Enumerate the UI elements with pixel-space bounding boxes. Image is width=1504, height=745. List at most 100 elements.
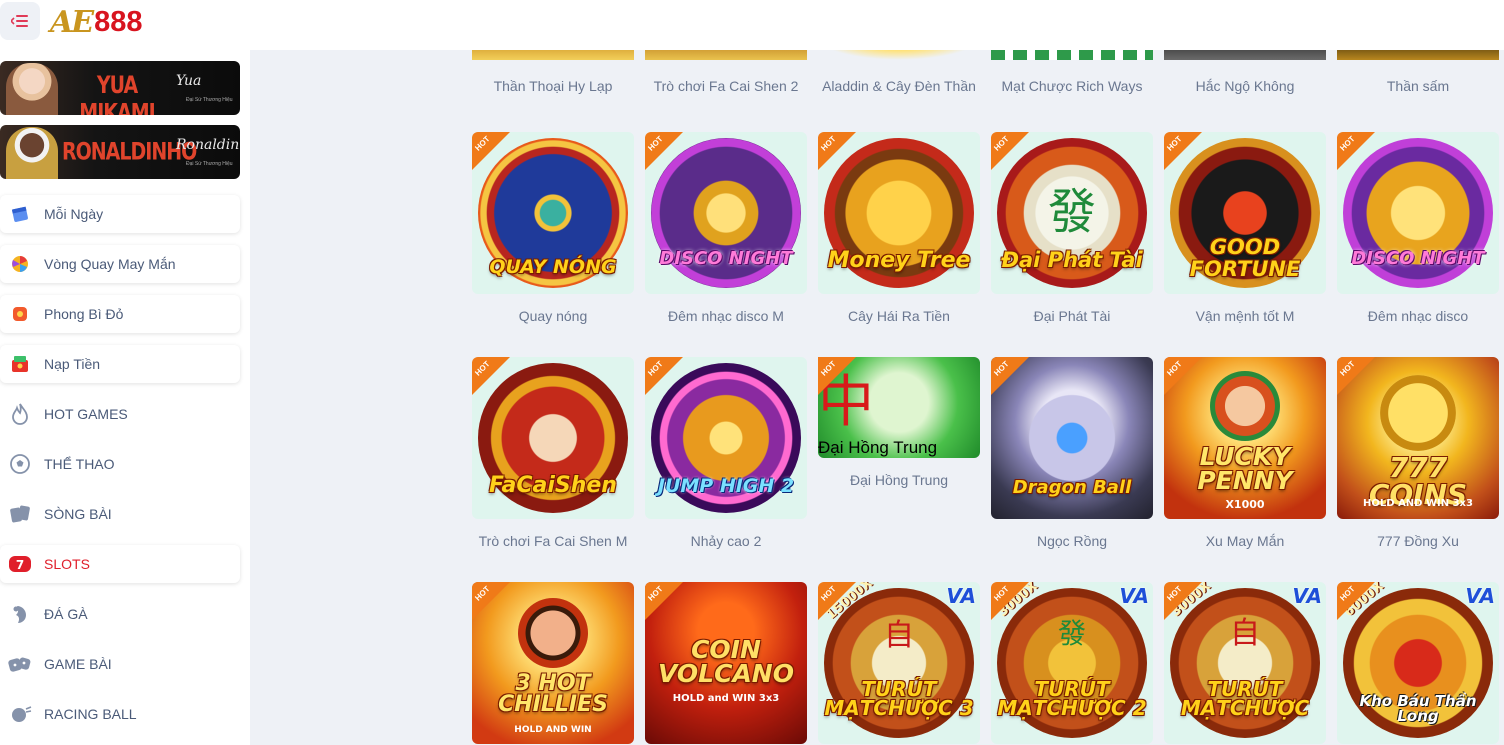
menu-toggle-button[interactable] <box>0 2 40 40</box>
rooster-icon <box>8 602 32 626</box>
ambassador-photo <box>6 127 58 179</box>
game-card[interactable]: 發 TURÚT MẠTCHƯỢC 2 3000X VA HOT <box>991 582 1153 744</box>
game-logo: Đại Hồng Trung <box>818 438 938 457</box>
game-title[interactable]: Trò chơi Fa Cai Shen 2 <box>645 78 807 94</box>
sidebar-item-cockfight[interactable]: ĐÁ GÀ <box>0 595 240 633</box>
sidebar-item-racing-ball[interactable]: RACING BALL <box>0 695 240 733</box>
game-logo: COIN VOLCANO <box>658 635 794 688</box>
game-thumbnail[interactable]: 777 COINS HOLD AND WIN 3x3 HOT <box>1337 357 1499 519</box>
sidebar-item-slots[interactable]: 7 SLOTS <box>0 545 240 583</box>
game-card[interactable]: FaCaiShen HOT Trò chơi Fa Cai Shen M <box>472 357 634 551</box>
mahjong-glyph: 發 <box>1047 184 1096 240</box>
game-title[interactable]: Quay nóng <box>472 308 634 326</box>
game-logo-sub: X1000 <box>1225 498 1265 511</box>
game-thumbnail[interactable]: GOOD FORTUNE HOT <box>1164 132 1326 294</box>
game-card[interactable]: 自 TURÚT MẠTCHƯỢC 3000X VA HOT <box>1164 582 1326 744</box>
game-logo: QUAY NÓNG <box>489 256 617 278</box>
game-card[interactable]: LUCKY PENNY X1000 HOT Xu May Mắn <box>1164 357 1326 551</box>
site-logo[interactable]: AE 888 <box>50 4 143 40</box>
game-logo: Money Tree <box>827 248 971 273</box>
sidebar-item-label: Vòng Quay May Mắn <box>44 256 176 272</box>
ambassador-banner-2[interactable]: RONALDINHO Ronaldinho Đại Sứ Thương Hiệu <box>0 125 240 179</box>
red-envelope-icon <box>8 302 32 326</box>
game-title[interactable]: Thần Thoại Hy Lạp <box>472 78 634 94</box>
game-thumbnail[interactable]: 發 TURÚT MẠTCHƯỢC 2 3000X VA HOT <box>991 582 1153 744</box>
game-thumbnail[interactable]: 自 TURÚT MẠTCHƯỢC 3 15000X VA HOT <box>818 582 980 744</box>
sidebar-item-sports[interactable]: THỂ THAO <box>0 445 240 483</box>
game-thumbnail[interactable]: QUAY NÓNG HOT <box>472 132 634 294</box>
game-title[interactable]: Ngọc Rồng <box>991 533 1153 551</box>
coin-art <box>1380 375 1456 451</box>
game-card[interactable]: 3 HOT CHILLIES HOLD AND WIN HOT <box>472 582 634 744</box>
game-title[interactable]: Cây Hái Ra Tiền <box>818 308 980 326</box>
slot-machine-icon: 7 <box>8 552 32 576</box>
sidebar-item-red-envelope[interactable]: Phong Bì Đỏ <box>0 295 240 333</box>
game-logo: Kho Báu Thần Long <box>1359 692 1477 725</box>
game-card[interactable]: QUAY NÓNG HOT Quay nóng <box>472 132 634 326</box>
game-logo: FaCaiShen <box>489 473 617 498</box>
game-card[interactable]: 發 Đại Phát Tài HOT Đại Phát Tài <box>991 132 1153 326</box>
game-card[interactable]: Kho Báu Thần Long 6000X VA HOT <box>1337 582 1499 744</box>
game-thumbnail[interactable]: 自 TURÚT MẠTCHƯỢC 3000X VA HOT <box>1164 582 1326 744</box>
sidebar-item-casino[interactable]: SÒNG BÀI <box>0 495 240 533</box>
game-title[interactable]: Đêm nhạc disco <box>1337 308 1499 326</box>
racing-ball-icon <box>8 702 32 726</box>
game-card[interactable]: Dragon Ball HOT Ngọc Rồng <box>991 357 1153 551</box>
game-thumbnail[interactable]: Dragon Ball HOT <box>991 357 1153 519</box>
va-badge: VA <box>1119 584 1149 608</box>
game-card[interactable]: 777 COINS HOLD AND WIN 3x3 HOT 777 Đồng … <box>1337 357 1499 551</box>
game-title[interactable]: Xu May Mắn <box>1164 533 1326 551</box>
game-title[interactable]: Mạt Chược Rich Ways <box>991 78 1153 94</box>
game-title[interactable]: Đại Hồng Trung <box>818 472 980 490</box>
game-thumbnail[interactable]: DISCO NIGHT HOT <box>645 132 807 294</box>
va-badge: VA <box>946 584 976 608</box>
sidebar-item-label: THỂ THAO <box>44 456 115 472</box>
game-title[interactable]: Trò chơi Fa Cai Shen M <box>472 533 634 551</box>
game-title[interactable]: Hắc Ngộ Không <box>1164 78 1326 94</box>
game-title[interactable]: Aladdin & Cây Đèn Thần <box>818 78 980 94</box>
deposit-icon <box>8 352 32 376</box>
sidebar: YUA MIKAMI Yua Đại Sứ Thương Hiệu RONALD… <box>0 50 250 745</box>
sidebar-item-card-games[interactable]: GAME BÀI <box>0 645 240 683</box>
sidebar-item-label: HOT GAMES <box>44 406 128 422</box>
game-thumbnail[interactable]: DISCO NIGHT HOT <box>1337 132 1499 294</box>
sidebar-item-deposit[interactable]: Nạp Tiền <box>0 345 240 383</box>
game-card[interactable]: GOOD FORTUNE HOT Vận mệnh tốt M <box>1164 132 1326 326</box>
game-logo-sub: HOLD AND WIN 3x3 <box>1363 498 1473 509</box>
game-title[interactable]: Nhảy cao 2 <box>645 533 807 551</box>
game-thumbnail[interactable]: Money Tree HOT <box>818 132 980 294</box>
sidebar-item-label: ĐÁ GÀ <box>44 606 88 622</box>
game-card[interactable]: DISCO NIGHT HOT Đêm nhạc disco <box>1337 132 1499 326</box>
game-title[interactable]: Đêm nhạc disco M <box>645 308 807 326</box>
game-thumbnail[interactable]: COIN VOLCANO HOLD and WIN 3x3 HOT <box>645 582 807 744</box>
va-badge: VA <box>1465 584 1495 608</box>
leprechaun-art <box>1210 371 1280 441</box>
sidebar-item-lucky-wheel[interactable]: Vòng Quay May Mắn <box>0 245 240 283</box>
game-logo-sub: HOLD AND WIN <box>514 725 592 735</box>
game-card[interactable]: COIN VOLCANO HOLD and WIN 3x3 HOT <box>645 582 807 744</box>
game-grid: Thần Thoại Hy Lạp Trò chơi Fa Cai Shen 2… <box>472 0 1502 745</box>
game-thumbnail[interactable]: Kho Báu Thần Long 6000X VA HOT <box>1337 582 1499 744</box>
game-card[interactable]: 中 Đại Hồng Trung HOT Đại Hồng Trung <box>818 357 980 490</box>
sidebar-item-label: RACING BALL <box>44 706 137 722</box>
game-title[interactable]: Thần sấm <box>1337 78 1499 94</box>
game-thumbnail[interactable]: JUMP HIGH 2 HOT <box>645 357 807 519</box>
game-thumbnail[interactable]: 發 Đại Phát Tài HOT <box>991 132 1153 294</box>
collapse-menu-icon <box>11 15 28 27</box>
game-card[interactable]: Money Tree HOT Cây Hái Ra Tiền <box>818 132 980 326</box>
game-thumbnail[interactable]: FaCaiShen HOT <box>472 357 634 519</box>
sidebar-item-daily[interactable]: Mỗi Ngày <box>0 195 240 233</box>
game-title[interactable]: Vận mệnh tốt M <box>1164 308 1326 326</box>
lucky-wheel-icon <box>8 252 32 276</box>
ambassador-banner-1[interactable]: YUA MIKAMI Yua Đại Sứ Thương Hiệu <box>0 61 240 115</box>
game-thumbnail[interactable]: 3 HOT CHILLIES HOLD AND WIN HOT <box>472 582 634 744</box>
game-thumbnail[interactable]: LUCKY PENNY X1000 HOT <box>1164 357 1326 519</box>
game-card[interactable]: 自 TURÚT MẠTCHƯỢC 3 15000X VA HOT <box>818 582 980 744</box>
game-card[interactable]: JUMP HIGH 2 HOT Nhảy cao 2 <box>645 357 807 551</box>
game-title[interactable]: Đại Phát Tài <box>991 308 1153 326</box>
game-card[interactable]: DISCO NIGHT HOT Đêm nhạc disco M <box>645 132 807 326</box>
game-thumbnail[interactable]: 中 Đại Hồng Trung HOT <box>818 357 980 458</box>
game-title[interactable]: 777 Đồng Xu <box>1337 533 1499 551</box>
sidebar-item-hot-games[interactable]: HOT GAMES <box>0 395 240 433</box>
game-logo: DISCO NIGHT <box>659 248 793 269</box>
